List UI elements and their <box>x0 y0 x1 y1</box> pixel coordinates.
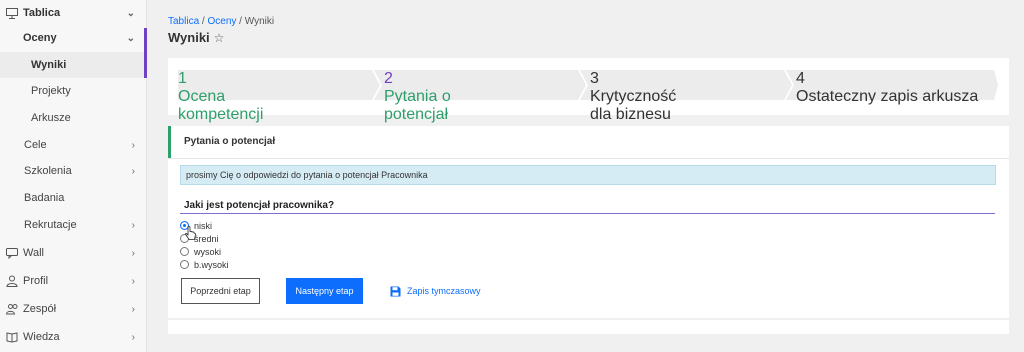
sidebar-item-label: Badania <box>24 192 65 204</box>
breadcrumb-link-tablica[interactable]: Tablica <box>168 16 199 27</box>
sidebar: Tablica ⌄ Oceny ⌄ Wyniki Projekty Arkusz… <box>0 0 147 352</box>
step-label-line: Pytania o <box>384 88 451 105</box>
sidebar-item-profil[interactable]: Profil › <box>0 268 147 294</box>
sidebar-item-cele[interactable]: Cele › <box>0 132 147 158</box>
sidebar-item-label: Szkolenia <box>24 165 72 177</box>
sidebar-item-tablica[interactable]: Tablica ⌄ <box>0 0 147 26</box>
step-label-line: Ostateczny zapis arkusza <box>796 88 979 105</box>
step-1[interactable]: 1 Ocena kompetencji <box>178 70 378 123</box>
chevron-right-icon: › <box>131 275 135 287</box>
step-label: Ocena kompetencji <box>178 88 378 124</box>
sidebar-item-label: Oceny <box>23 32 57 44</box>
questions-card: Pytania o potencjał prosimy Cię o odpowi… <box>168 126 1009 318</box>
section-accent <box>168 126 171 158</box>
sidebar-item-projekty[interactable]: Projekty <box>0 78 147 104</box>
stepper: 1 Ocena kompetencji 2 Pytania o potencja… <box>168 58 1009 123</box>
sidebar-item-badania[interactable]: Badania <box>0 185 147 211</box>
breadcrumb-current: Wyniki <box>244 16 275 27</box>
sidebar-item-label: Wall <box>23 247 44 259</box>
sidebar-item-rekrutacje[interactable]: Rekrutacje › <box>0 212 147 238</box>
sidebar-item-wyniki[interactable]: Wyniki <box>0 52 147 78</box>
step-label-line: dla biznesu <box>590 106 671 123</box>
info-message: prosimy Cię o odpowiedzi do pytania o po… <box>180 165 996 185</box>
hand-cursor-icon <box>185 226 196 240</box>
sidebar-item-label: Arkusze <box>31 112 71 124</box>
radio-button[interactable] <box>180 247 189 256</box>
chevron-right-icon: › <box>131 139 135 151</box>
next-step-button[interactable]: Następny etap <box>286 278 363 304</box>
monitor-icon <box>5 6 19 20</box>
step-2[interactable]: 2 Pytania o potencjał <box>384 70 584 123</box>
question-label: Jaki jest potencjał pracownika? <box>184 200 335 211</box>
chevron-down-icon: ⌄ <box>126 32 135 44</box>
option-label: średni <box>194 233 219 244</box>
section-title: Pytania o potencjał <box>184 136 276 147</box>
option-wysoki[interactable]: wysoki <box>180 245 221 258</box>
chevron-right-icon: › <box>131 303 135 315</box>
sidebar-item-label: Wyniki <box>31 59 67 71</box>
sidebar-item-label: Zespół <box>23 303 57 315</box>
chevron-right-icon: › <box>131 331 135 343</box>
sidebar-item-arkusze[interactable]: Arkusze <box>0 105 147 131</box>
sidebar-item-oceny[interactable]: Oceny ⌄ <box>0 25 147 51</box>
previous-step-button[interactable]: Poprzedni etap <box>181 278 260 304</box>
sidebar-item-label: Projekty <box>31 85 71 97</box>
step-4[interactable]: 4 Ostateczny zapis arkusza <box>796 70 996 105</box>
next-card <box>168 320 1009 334</box>
step-label-line: Ocena <box>178 88 226 105</box>
team-icon <box>5 302 19 316</box>
step-number: 1 <box>178 70 187 87</box>
step-label-line: kompetencji <box>178 106 264 123</box>
step-number: 3 <box>590 70 599 87</box>
step-number: 2 <box>384 70 393 87</box>
step-label: Krytyczność dla biznesu <box>590 88 790 124</box>
breadcrumb-separator: / <box>236 16 245 27</box>
sidebar-item-label: Tablica <box>23 7 61 19</box>
sidebar-item-label: Wiedza <box>23 331 60 343</box>
sidebar-item-label: Profil <box>23 275 49 287</box>
radio-button[interactable] <box>180 260 189 269</box>
chevron-right-icon: › <box>131 165 135 177</box>
sidebar-item-wall[interactable]: Wall › <box>0 240 147 266</box>
save-draft-button[interactable]: Zapis tymczasowy <box>390 284 481 298</box>
chevron-right-icon: › <box>131 247 135 259</box>
sidebar-item-label: Cele <box>24 139 47 151</box>
star-icon[interactable]: ☆ <box>214 31 225 45</box>
breadcrumb-link-oceny[interactable]: Oceny <box>207 16 236 27</box>
floppy-disk-icon <box>390 286 401 296</box>
sidebar-item-szkolenia[interactable]: Szkolenia › <box>0 158 147 184</box>
sidebar-item-wiedza[interactable]: Wiedza › <box>0 324 147 350</box>
option-label: wysoki <box>194 246 222 257</box>
page-title: Wyniki ☆ <box>168 30 224 45</box>
user-icon <box>5 274 19 288</box>
step-label-line: Krytyczność <box>590 88 677 105</box>
question-underline <box>180 213 995 214</box>
divider <box>168 158 1009 159</box>
step-label-line: potencjał <box>384 106 449 123</box>
option-bwysoki[interactable]: b.wysoki <box>180 258 229 271</box>
active-indicator <box>144 28 147 78</box>
step-3[interactable]: 3 Krytyczność dla biznesu <box>590 70 790 123</box>
step-number: 4 <box>796 70 805 87</box>
option-label: b.wysoki <box>194 259 229 270</box>
sidebar-item-zespol[interactable]: Zespół › <box>0 296 147 322</box>
save-draft-label: Zapis tymczasowy <box>407 286 481 296</box>
breadcrumb: Tablica / Oceny / Wyniki <box>168 16 274 27</box>
step-label: Pytania o potencjał <box>384 88 584 124</box>
step-label: Ostateczny zapis arkusza <box>796 88 996 106</box>
sidebar-item-label: Rekrutacje <box>24 219 77 231</box>
page-title-text: Wyniki <box>168 30 210 45</box>
chat-icon <box>5 246 19 260</box>
chevron-right-icon: › <box>131 219 135 231</box>
chevron-down-icon: ⌄ <box>126 7 135 19</box>
book-icon <box>5 330 19 344</box>
